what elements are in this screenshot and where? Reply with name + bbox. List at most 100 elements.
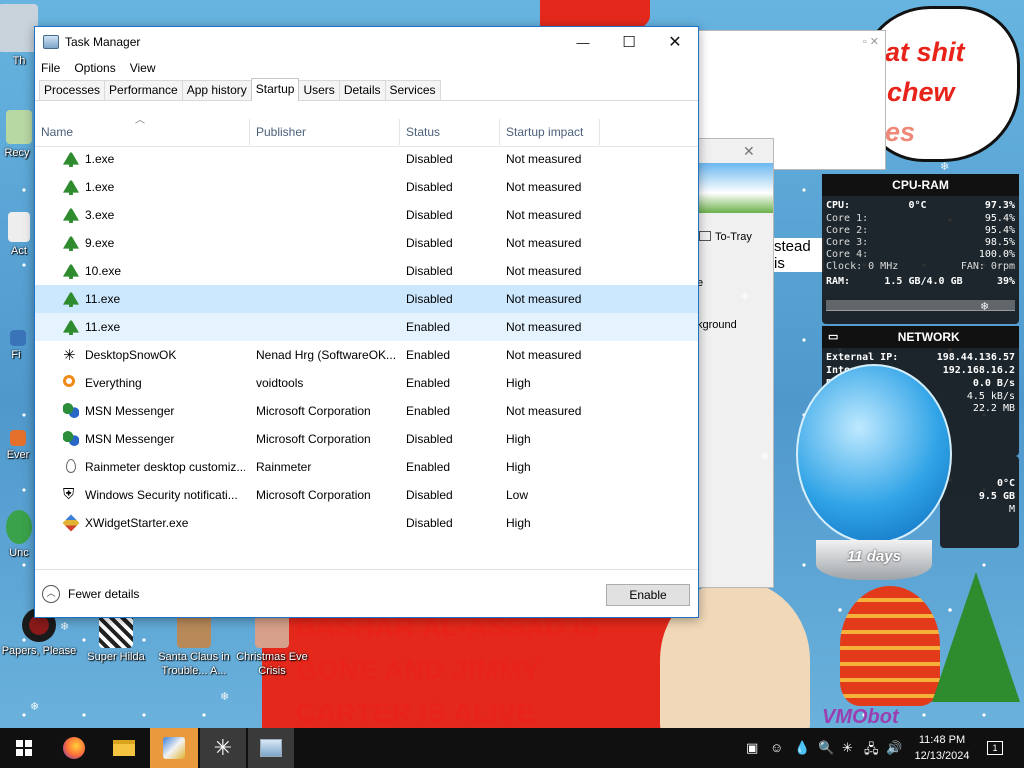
task-manager-icon (260, 739, 282, 757)
tab-strip: Processes Performance App history Startu… (35, 78, 698, 101)
impact-cell: Not measured (506, 348, 582, 362)
taskbar-file-explorer[interactable] (100, 728, 148, 768)
close-icon[interactable]: ✕ (743, 143, 755, 160)
tab-performance[interactable]: Performance (104, 80, 183, 100)
menu-view[interactable]: View (130, 61, 156, 75)
startup-row[interactable]: ⛨ Windows Security notificati... Microsoft… (35, 481, 698, 509)
desktop-icon-label: Unc (9, 547, 29, 559)
app-name: 11.exe (85, 292, 121, 306)
taskbar-desktopsnow[interactable]: ✳ (200, 728, 246, 768)
app-name: 3.exe (85, 208, 115, 222)
status-cell: Disabled (406, 208, 453, 222)
snow-globe-base: 11 days (816, 540, 932, 580)
publisher-cell: Microsoft Corporation (256, 488, 371, 502)
app-name: 1.exe (85, 180, 115, 194)
startup-row[interactable]: MSN Messenger Microsoft Corporation Disabl… (35, 425, 698, 453)
tray-icon-rainmeter[interactable]: 💧 (794, 740, 810, 756)
startup-row[interactable]: 1.exe Disabled Not measured (35, 145, 698, 173)
impact-cell: Not measured (506, 404, 582, 418)
startup-row[interactable]: 1.exe Disabled Not measured (35, 173, 698, 201)
firefox-icon (63, 737, 85, 759)
title-bar[interactable]: Task Manager — ☐ ✕ (35, 27, 698, 57)
status-cell: Disabled (406, 180, 453, 194)
tab-processes[interactable]: Processes (39, 80, 106, 100)
maximize-button[interactable]: ☐ (606, 27, 652, 57)
core-label: Core 3: (826, 237, 869, 248)
taskbar-xwidget[interactable] (150, 728, 198, 768)
startup-row[interactable]: 3.exe Disabled Not measured (35, 201, 698, 229)
startup-row[interactable]: ✳ DesktopSnowOK Nenad Hrg (SoftwareOK... En… (35, 341, 698, 369)
notifications-button[interactable]: 1 (980, 728, 1010, 768)
tray-icon-msn[interactable]: ☺ (770, 740, 783, 755)
startup-row[interactable]: 9.exe Disabled Not measured (35, 229, 698, 257)
banner-line: CARTER IS ALIVE (296, 698, 536, 728)
startup-row[interactable]: 10.exe Disabled Not measured (35, 257, 698, 285)
bg-window-image (695, 163, 773, 213)
task-manager-icon (43, 35, 59, 49)
column-publisher[interactable]: Publisher (256, 125, 306, 139)
core-value: 98.5% (984, 237, 1015, 248)
column-divider[interactable] (599, 119, 600, 145)
tab-details[interactable]: Details (338, 80, 386, 100)
column-divider[interactable] (499, 119, 500, 145)
tab-services[interactable]: Services (384, 80, 441, 100)
publisher-cell: Microsoft Corporation (256, 432, 371, 446)
tab-startup[interactable]: Startup (250, 78, 300, 101)
startup-row[interactable]: Rainmeter desktop customiz... Rainmeter En… (35, 453, 698, 481)
background-window-2[interactable]: ✕ To-Tray e kground (690, 138, 774, 588)
taskbar-task-manager[interactable] (248, 728, 294, 768)
close-button[interactable]: ✕ (652, 27, 698, 57)
network-title-text: NETWORK (897, 330, 960, 344)
startup-row[interactable]: Everything voidtools Enabled High (35, 369, 698, 397)
impact-cell: Not measured (506, 292, 582, 306)
taskbar: ✳ ▣ ☺ 💧 🔍 ✳ 🖧 🔊 11:48 PM 12/13/2024 1 (0, 728, 1024, 768)
status-cell: Enabled (406, 404, 451, 418)
fewer-details-toggle[interactable]: ︿ Fewer details (42, 585, 139, 603)
network-icon[interactable]: 🖧 (864, 740, 879, 762)
menu-file[interactable]: File (41, 61, 60, 75)
startup-row[interactable]: 11.exe Enabled Not measured (35, 313, 698, 341)
cpu-ram-gadget[interactable]: CPU-RAM CPU: 0°C 97.3% Core 1: 95.4% Core 2… (822, 174, 1019, 324)
desktop-icon-label: Fi (11, 349, 21, 361)
core-value: 95.4% (984, 213, 1015, 224)
tree-icon (63, 291, 79, 307)
ram-value: 1.5 GB/4.0 GB (884, 276, 963, 287)
tray-icon-snow[interactable]: ▣ (746, 740, 758, 756)
startup-row[interactable]: 11.exe Disabled Not measured (35, 285, 698, 313)
enable-button[interactable]: Enable (606, 584, 690, 606)
tree-icon (63, 207, 79, 223)
snow-globe-widget[interactable]: 11 days (796, 364, 952, 590)
desktop-icon-super-hilda[interactable]: Super Hilda (78, 614, 154, 664)
background-partial-text: stead is (774, 238, 824, 272)
desktop-icon-santa-claus[interactable]: Santa Claus in Trouble... A... (156, 614, 232, 678)
days-counter: 11 days (847, 548, 901, 565)
startup-row[interactable]: XWidgetStarter.exe Disabled High (35, 509, 698, 537)
snowflake-decoration: ❄ (220, 691, 230, 703)
core-value: 95.4% (984, 225, 1015, 236)
tab-app-history[interactable]: App history (181, 80, 252, 100)
tray-icon-desktopsnow[interactable]: ✳ (842, 740, 853, 756)
core-label: Core 1: (826, 213, 869, 224)
impact-cell: High (506, 516, 531, 530)
drive-temp: 0°C (996, 478, 1015, 489)
startup-row[interactable]: MSN Messenger Microsoft Corporation Enable… (35, 397, 698, 425)
tab-users[interactable]: Users (298, 80, 340, 100)
recycle-bin-icon (6, 110, 32, 144)
net-total: 22.2 MB (972, 403, 1015, 414)
column-startup-impact[interactable]: Startup impact (506, 125, 583, 139)
column-status[interactable]: Status (406, 125, 440, 139)
column-divider[interactable] (249, 119, 250, 145)
column-divider[interactable] (399, 119, 400, 145)
column-name[interactable]: Name (41, 125, 73, 139)
menu-options[interactable]: Options (74, 61, 115, 75)
tray-icon-everything[interactable]: 🔍 (818, 740, 834, 756)
minimize-button[interactable]: — (560, 27, 606, 57)
to-tray-button[interactable]: To-Tray (699, 231, 752, 243)
uninstall-icon (6, 510, 32, 544)
app-name: 10.exe (85, 264, 122, 278)
taskbar-firefox[interactable] (50, 728, 98, 768)
system-clock[interactable]: 11:48 PM 12/13/2024 (898, 732, 986, 764)
task-manager-window[interactable]: Task Manager — ☐ ✕ File Options View Pro… (34, 26, 699, 618)
status-cell: Disabled (406, 516, 453, 530)
start-button[interactable] (0, 728, 48, 768)
